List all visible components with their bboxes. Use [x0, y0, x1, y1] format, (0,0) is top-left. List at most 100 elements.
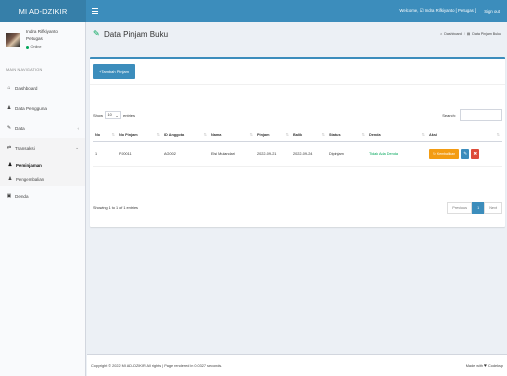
page-header: ✎ Data Pinjam Buku ⌂ Dashboard / ▤ Data … — [87, 22, 507, 46]
menu-header: MAIN NAVIGATION — [6, 68, 43, 72]
sidebar: Indra Rifkiyanto Petugas Online MAIN NAV… — [0, 22, 86, 376]
sidebar-item-label: Peminjaman — [16, 162, 42, 168]
sidebar-item-label: Data — [15, 125, 25, 131]
sort-icon: ⇅ — [421, 132, 425, 137]
entries-label: entries — [123, 112, 136, 118]
column-header[interactable]: Pinjam ⇅ — [255, 129, 291, 142]
made-with: Made with ♥ Codeksp — [466, 363, 503, 369]
chevron-left-icon: ‹ — [77, 125, 80, 131]
money-icon: ▣ — [6, 193, 12, 199]
pagination: Previous 1 Next — [447, 202, 502, 214]
content-wrapper: ✎ Data Pinjam Buku ⌂ Dashboard / ▤ Data … — [87, 22, 507, 354]
main-footer: Copyright © 2022 MI AD-DZIKIR All rights… — [87, 354, 507, 376]
table-row: 1 PJ0011 AG002 Elsi Mulandari 2022-09-21… — [93, 141, 502, 167]
sidebar-item-label: Data Pengguna — [15, 105, 47, 111]
sidebar-item-data-pengguna[interactable]: ♟ Data Pengguna — [0, 98, 85, 118]
sort-icon: ⇅ — [156, 132, 160, 137]
cell-no: 1 — [93, 141, 117, 167]
cell-pinjam: 2022-09-21 — [255, 141, 291, 167]
user-icon: ♟ — [7, 162, 13, 168]
user-name: Indra Rifkiyanto — [26, 29, 58, 34]
edit-icon: ✎ — [93, 29, 100, 38]
search-wrap: Search: — [442, 109, 502, 121]
made-by[interactable]: Codeksp — [488, 364, 503, 368]
made-label: Made with — [465, 363, 484, 368]
previous-button[interactable]: Previous — [447, 202, 473, 214]
avatar — [6, 33, 20, 47]
cell-id-anggota: AG002 — [162, 141, 209, 167]
breadcrumb-separator: / — [463, 32, 465, 36]
sort-icon: ⇅ — [249, 132, 253, 137]
edit-button[interactable]: ✎ — [461, 148, 470, 159]
edit-icon: ✎ — [6, 125, 12, 131]
pinjam-table: No ⇅ No Pinjam ⇅ ID Anggota ⇅ Nama ⇅ Pinjam ⇅… — [93, 129, 502, 167]
next-button[interactable]: Next — [484, 202, 502, 214]
breadcrumb-home[interactable]: Dashboard — [444, 32, 462, 36]
sidebar-item-pengembalian[interactable]: ♟ Pengembalian — [0, 172, 85, 186]
heart-icon: ♥ — [484, 362, 487, 369]
table-header-row: No ⇅ No Pinjam ⇅ ID Anggota ⇅ Nama ⇅ Pinjam ⇅… — [93, 129, 502, 142]
sidebar-item-denda[interactable]: ▣ Denda — [0, 186, 85, 206]
sort-icon: ⇅ — [496, 132, 500, 137]
column-header[interactable]: Nama ⇅ — [209, 129, 255, 142]
exchange-icon: ⇄ — [6, 145, 12, 151]
data-box: +Tambah Pinjam Show 10 ⌄ entries Search:… — [90, 57, 505, 227]
search-label: Search: — [442, 112, 456, 118]
entries-select[interactable]: 10 ⌄ — [105, 111, 122, 119]
sidebar-item-label: Transaksi — [15, 145, 35, 151]
chevron-down-icon: ⌄ — [115, 113, 119, 118]
breadcrumb-book-icon: ▤ — [466, 32, 471, 36]
sidebar-item-label: Denda — [15, 193, 29, 199]
online-status: Online — [26, 44, 58, 51]
user-nav: Welcome, ☑ Indra Rifkiyanto [ Petugas ] … — [399, 8, 500, 14]
column-header[interactable]: Denda ⇅ — [367, 129, 427, 142]
breadcrumb: ⌂ Dashboard / ▤ Data Pinjam Buku — [440, 32, 501, 36]
sidebar-item-peminjaman[interactable]: ♟ Peminjaman — [0, 158, 85, 172]
search-input[interactable] — [460, 109, 502, 121]
user-panel: Indra Rifkiyanto Petugas Online — [0, 22, 85, 60]
sort-icon: ⇅ — [321, 132, 325, 137]
column-header[interactable]: Balik ⇅ — [291, 129, 327, 142]
top-navbar: Welcome, ☑ Indra Rifkiyanto [ Petugas ] … — [86, 0, 507, 22]
entries-info: Showing 1 to 1 of 1 entries — [93, 206, 138, 210]
breadcrumb-current: Data Pinjam Buku — [472, 32, 501, 36]
sort-icon: ⇅ — [111, 132, 115, 137]
show-label: Show — [93, 112, 104, 118]
sidebar-item-data[interactable]: ✎ Data ‹ — [0, 118, 85, 138]
sidebar-item-label: Dashboard — [15, 85, 38, 91]
column-header[interactable]: Status ⇅ — [327, 129, 367, 142]
cell-nama: Elsi Mulandari — [209, 141, 255, 167]
user-role: Petugas — [26, 35, 43, 41]
menu-toggle-icon[interactable] — [92, 8, 98, 14]
signout-link[interactable]: Sign out — [484, 9, 500, 14]
sidebar-item-transaksi[interactable]: ⇄ Transaksi ⌄ — [0, 138, 85, 158]
cell-status: Dipinjam — [327, 141, 367, 167]
column-header[interactable]: No ⇅ — [93, 129, 117, 142]
column-header[interactable]: ID Anggota ⇅ — [162, 129, 209, 142]
cell-aksi: ↻ Kembalikan ✎ ✖ — [427, 141, 502, 167]
home-icon: ⌂ — [7, 85, 11, 91]
divider — [90, 84, 505, 85]
cell-balik: 2022-09-24 — [291, 141, 327, 167]
user-icon: ♟ — [7, 176, 13, 182]
entries-value: 10 — [107, 113, 112, 117]
welcome-text: Welcome, ☑ Indra Rifkiyanto [ Petugas ] — [399, 8, 477, 13]
online-label: Online — [30, 45, 42, 49]
delete-button[interactable]: ✖ — [471, 148, 480, 159]
app-logo[interactable]: MI AD-DZIKIR — [0, 0, 86, 22]
kembalikan-button[interactable]: ↻ Kembalikan — [429, 148, 460, 159]
transaksi-submenu: ♟ Peminjaman ♟ Pengembalian — [0, 158, 85, 186]
sort-icon: ⇅ — [203, 132, 207, 137]
cell-no-pinjam: PJ0011 — [117, 141, 162, 167]
page-1-button[interactable]: 1 — [472, 202, 485, 214]
column-header[interactable]: Aksi ⇅ — [427, 129, 502, 142]
add-pinjam-button[interactable]: +Tambah Pinjam — [93, 64, 135, 79]
breadcrumb-home-icon: ⌂ — [440, 32, 443, 36]
column-header[interactable]: No Pinjam ⇅ — [117, 129, 162, 142]
sort-icon: ⇅ — [285, 132, 289, 137]
table-footer: Showing 1 to 1 of 1 entries Previous 1 N… — [93, 202, 502, 214]
user-icon: ♟ — [6, 105, 12, 111]
copyright-text: Copyright © 2022 MI AD-DZIKIR All rights… — [91, 363, 223, 368]
sidebar-item-dashboard[interactable]: ⌂ Dashboard — [0, 78, 85, 98]
table-controls: Show 10 ⌄ entries Search: — [93, 109, 502, 121]
